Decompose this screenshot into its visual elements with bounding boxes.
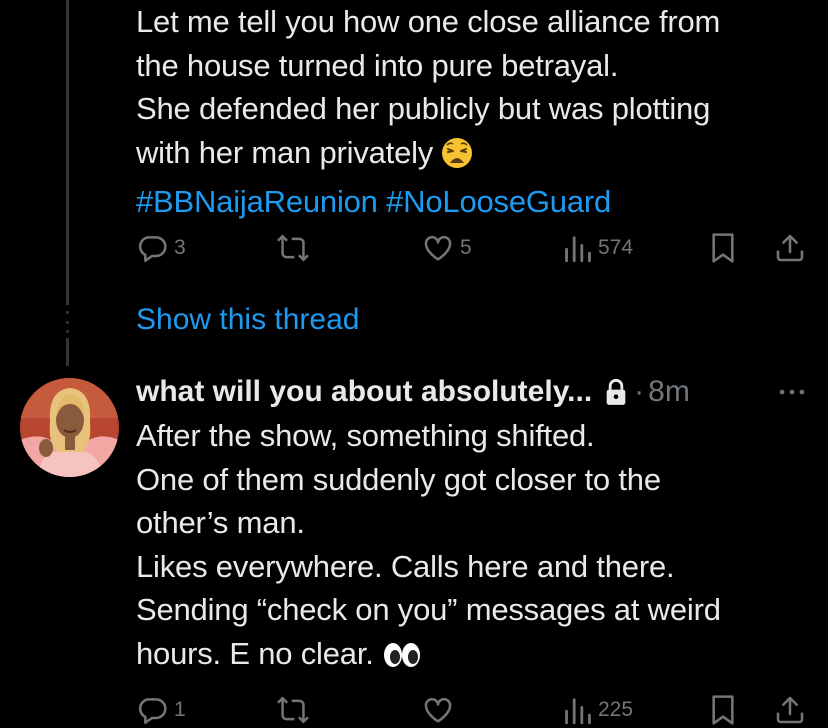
- tweet-1-line: Let me tell you how one close alliance f…: [136, 4, 721, 39]
- tweet-1-line: She defended her publicly but was plotti…: [136, 91, 711, 126]
- reply-count: 3: [174, 236, 186, 259]
- weary-face-emoji-icon: [441, 137, 473, 181]
- like-button[interactable]: 5: [422, 232, 472, 264]
- views-icon: [564, 232, 592, 264]
- views-count: 574: [598, 236, 634, 259]
- timestamp[interactable]: 8m: [648, 375, 690, 409]
- bookmark-button[interactable]: [708, 694, 738, 726]
- reply-button[interactable]: 3: [136, 232, 186, 264]
- heart-icon: [422, 232, 454, 264]
- tweet-2-action-bar: 1 225: [136, 694, 816, 728]
- display-name[interactable]: what will you about absolutely...: [136, 375, 592, 409]
- share-icon: [774, 232, 806, 264]
- share-icon: [774, 694, 806, 726]
- tweet-1-text: Let me tell you how one close alliance f…: [136, 0, 798, 224]
- share-button[interactable]: [774, 232, 806, 264]
- tweet-2-line: After the show, something shifted.: [136, 418, 595, 453]
- bookmark-icon: [708, 232, 738, 264]
- bookmark-button[interactable]: [708, 232, 738, 264]
- thread-connector-line-lower: [66, 338, 69, 366]
- tweet-1-hashtags-link[interactable]: #BBNaijaReunion #NoLooseGuard: [136, 180, 798, 224]
- views-count: 225: [598, 698, 634, 721]
- like-count: 5: [460, 236, 472, 259]
- share-button[interactable]: [774, 694, 806, 726]
- tweet-2-line-with-emoji: hours. E no clear.: [136, 632, 798, 682]
- views-icon: [564, 694, 592, 726]
- tweet-2-line: Likes everywhere. Calls here and there.: [136, 548, 675, 584]
- header-separator: ·: [634, 375, 645, 408]
- tweet-2-line: One of them suddenly got closer to the: [136, 461, 661, 497]
- thread-gap-dots: [66, 311, 69, 333]
- tweet-2-line: Sending “check on you” messages at weird: [136, 592, 721, 627]
- reply-count: 1: [174, 698, 186, 721]
- avatar[interactable]: [20, 378, 119, 477]
- eyes-emoji-icon: [382, 638, 422, 682]
- tweet-2-line: hours. E no clear.: [136, 635, 374, 671]
- reply-icon: [136, 694, 168, 726]
- repost-icon: [276, 232, 310, 264]
- tweet-2-line: other’s man.: [136, 505, 305, 540]
- tweet-2-text: After the show, something shifted. One o…: [136, 414, 798, 681]
- show-this-thread-link[interactable]: Show this thread: [136, 303, 359, 337]
- lock-icon: [604, 378, 628, 406]
- more-icon[interactable]: [778, 382, 806, 407]
- repost-button[interactable]: [276, 232, 310, 264]
- tweet-2-header: what will you about absolutely... · 8m: [136, 370, 816, 414]
- reply-icon: [136, 232, 168, 264]
- tweet-1-line-with-emoji: with her man privately: [136, 131, 798, 181]
- views-button[interactable]: 574: [564, 232, 633, 264]
- like-button[interactable]: [422, 694, 454, 726]
- repost-button[interactable]: [276, 694, 310, 726]
- reply-button[interactable]: 1: [136, 694, 186, 726]
- repost-icon: [276, 694, 310, 726]
- tweet-1-line: with her man privately: [136, 134, 434, 170]
- tweet-1-action-bar: 3 5 574: [136, 232, 816, 266]
- bookmark-icon: [708, 694, 738, 726]
- tweet-1-line: the house turned into pure betrayal.: [136, 47, 619, 83]
- heart-icon: [422, 694, 454, 726]
- thread-connector-line: [66, 0, 69, 305]
- views-button[interactable]: 225: [564, 694, 633, 726]
